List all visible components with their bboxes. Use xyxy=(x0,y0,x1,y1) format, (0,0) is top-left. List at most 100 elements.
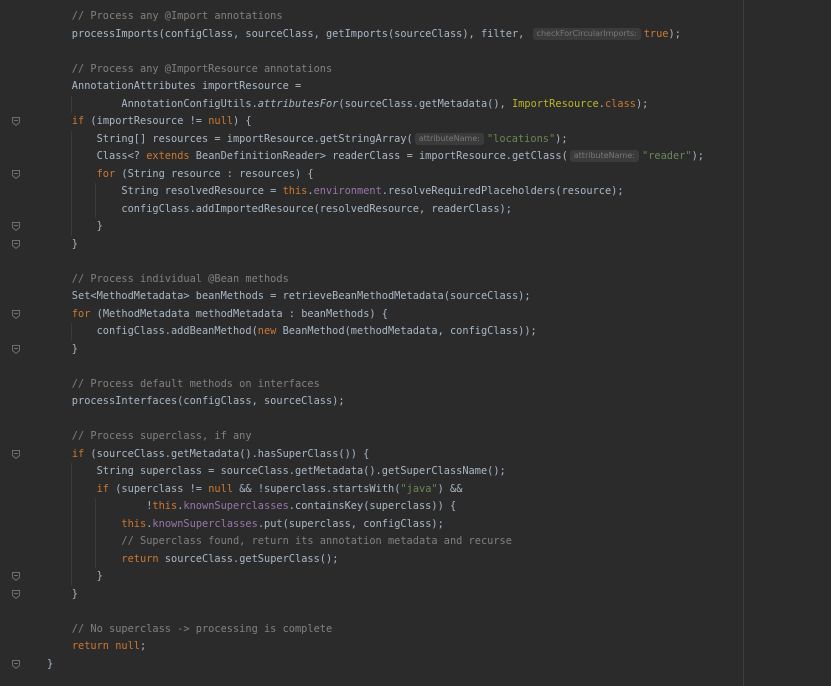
code-line[interactable]: if (importResource != null) { xyxy=(0,113,740,131)
code-token: sourceClass.getSuperClass(); xyxy=(158,552,339,565)
code-line[interactable]: // Process any @ImportResource annotatio… xyxy=(0,61,740,79)
code-token: String[] resources = importResource.getS… xyxy=(47,132,413,145)
code-line[interactable]: String superclass = sourceClass.getMetad… xyxy=(0,463,740,481)
code-line[interactable]: // Superclass found, return its annotati… xyxy=(0,533,740,551)
fold-marker-icon[interactable] xyxy=(12,169,20,179)
fold-marker-icon[interactable] xyxy=(12,309,20,319)
code-token: "locations" xyxy=(486,132,556,145)
code-token: environment xyxy=(313,185,382,197)
code-token: knownSuperclasses xyxy=(183,500,289,512)
code-token: "java" xyxy=(400,482,438,495)
code-line[interactable]: String[] resources = importResource.getS… xyxy=(0,130,740,149)
code-text: // Process any @Import annotations xyxy=(47,8,283,26)
code-line[interactable] xyxy=(0,358,740,376)
code-text: this.knownSuperclasses.put(superclass, c… xyxy=(47,516,443,534)
code-line[interactable]: } xyxy=(0,236,740,254)
parameter-hint: checkForCircularImports: xyxy=(532,27,641,40)
code-token: ); xyxy=(555,132,568,145)
code-line[interactable]: // No superclass -> processing is comple… xyxy=(0,621,740,639)
code-editor[interactable]: // Process any @Import annotations proce… xyxy=(0,0,831,686)
code-text: AnnotationConfigUtils.attributesFor(sour… xyxy=(47,96,648,114)
code-line[interactable]: return sourceClass.getSuperClass(); xyxy=(0,550,740,568)
fold-marker-icon[interactable] xyxy=(12,572,20,581)
code-text: configClass.addImportedResource(resolved… xyxy=(47,201,512,219)
fold-marker-icon[interactable] xyxy=(12,239,20,249)
code-line[interactable]: if (sourceClass.getMetadata().hasSuperCl… xyxy=(0,446,740,464)
code-line[interactable]: // Process individual @Bean methods xyxy=(0,271,740,289)
code-token: } xyxy=(47,587,78,600)
code-line[interactable] xyxy=(0,253,740,271)
code-token: configClass.addBeanMethod( xyxy=(47,325,258,337)
code-line[interactable]: } xyxy=(0,218,740,236)
fold-marker-icon[interactable] xyxy=(12,117,20,126)
code-text: // No superclass -> processing is comple… xyxy=(47,621,332,639)
fold-marker-icon[interactable] xyxy=(12,344,20,354)
code-token: new xyxy=(257,325,277,337)
code-line[interactable]: } xyxy=(0,341,740,359)
code-line[interactable]: } xyxy=(0,568,740,586)
code-token: (String resource : resources) { xyxy=(115,167,314,180)
code-text: String[] resources = importResource.getS… xyxy=(47,131,568,149)
code-token: return null xyxy=(71,640,141,652)
code-line[interactable]: !this.knownSuperclasses.containsKey(supe… xyxy=(0,498,740,516)
code-token: ) { xyxy=(233,115,252,127)
code-line[interactable]: for (String resource : resources) { xyxy=(0,165,740,184)
code-line[interactable] xyxy=(0,43,740,61)
parameter-hint: attributeName: xyxy=(414,132,484,145)
code-line[interactable]: return null; xyxy=(0,638,740,656)
code-token: this xyxy=(121,517,147,530)
code-line[interactable]: AnnotationConfigUtils.attributesFor(sour… xyxy=(0,95,740,114)
fold-marker-icon[interactable] xyxy=(12,589,20,599)
code-token: if xyxy=(96,482,110,495)
code-token: } xyxy=(47,220,103,232)
code-text: configClass.addBeanMethod(new BeanMethod… xyxy=(47,323,537,341)
code-token: for xyxy=(71,307,91,320)
code-line[interactable]: processImports(configClass, sourceClass,… xyxy=(0,26,740,44)
code-token: ! xyxy=(47,500,153,512)
code-token: // Process any @ImportResource annotatio… xyxy=(47,62,333,75)
code-token: BeanDefinitionReader> readerClass = impo… xyxy=(189,150,568,162)
fold-marker-icon[interactable] xyxy=(12,222,20,231)
code-line[interactable]: String resolvedResource = this.environme… xyxy=(0,183,740,201)
code-token: this xyxy=(282,185,308,197)
code-line[interactable]: // Process superclass, if any xyxy=(0,428,740,446)
code-token: processImports(configClass, sourceClass,… xyxy=(47,27,531,40)
code-token: String superclass = sourceClass.getMetad… xyxy=(47,465,506,477)
code-token: "reader" xyxy=(641,150,692,162)
parameter-hint: attributeName: xyxy=(569,150,639,162)
code-line[interactable]: configClass.addImportedResource(resolved… xyxy=(0,200,740,219)
code-line[interactable]: Set<MethodMetadata> beanMethods = retrie… xyxy=(0,288,740,306)
code-line[interactable]: processInterfaces(configClass, sourceCla… xyxy=(0,393,740,411)
code-line[interactable]: } xyxy=(0,656,740,674)
code-line[interactable]: configClass.addBeanMethod(new BeanMethod… xyxy=(0,323,740,341)
code-text: // Process default methods on interfaces xyxy=(47,376,320,394)
code-text: for (String resource : resources) { xyxy=(47,166,314,184)
code-text: // Process any @ImportResource annotatio… xyxy=(47,61,332,79)
code-line[interactable]: } xyxy=(0,586,740,604)
code-line[interactable]: if (superclass != null && !superclass.st… xyxy=(0,480,740,498)
code-text: !this.knownSuperclasses.containsKey(supe… xyxy=(47,498,456,516)
code-text: String superclass = sourceClass.getMetad… xyxy=(47,463,506,481)
code-token: ); xyxy=(691,150,704,162)
code-line[interactable]: Class<? extends BeanDefinitionReader> re… xyxy=(0,148,740,166)
code-line[interactable] xyxy=(0,411,740,429)
code-token: (superclass != xyxy=(109,482,209,495)
code-line[interactable]: // Process default methods on interfaces xyxy=(0,376,740,394)
code-text: } xyxy=(47,568,103,586)
fold-marker-icon[interactable] xyxy=(12,449,20,459)
code-line[interactable] xyxy=(0,603,740,621)
code-area[interactable]: // Process any @Import annotations proce… xyxy=(0,8,740,673)
code-token: .containsKey(superclass)) { xyxy=(288,500,457,512)
code-text: // Process individual @Bean methods xyxy=(47,271,289,289)
code-token: BeanMethod(methodMetadata, configClass))… xyxy=(276,325,537,337)
fold-marker-icon[interactable] xyxy=(12,659,20,669)
code-token: // Process any @Import annotations xyxy=(47,10,283,22)
code-line[interactable]: AnnotationAttributes importResource = xyxy=(0,78,740,96)
code-line[interactable]: this.knownSuperclasses.put(superclass, c… xyxy=(0,515,740,534)
code-token: if xyxy=(71,447,85,460)
code-line[interactable]: // Process any @Import annotations xyxy=(0,8,740,26)
code-text: if (importResource != null) { xyxy=(47,113,252,131)
code-line[interactable]: for (MethodMetadata methodMetadata : bea… xyxy=(0,306,740,324)
